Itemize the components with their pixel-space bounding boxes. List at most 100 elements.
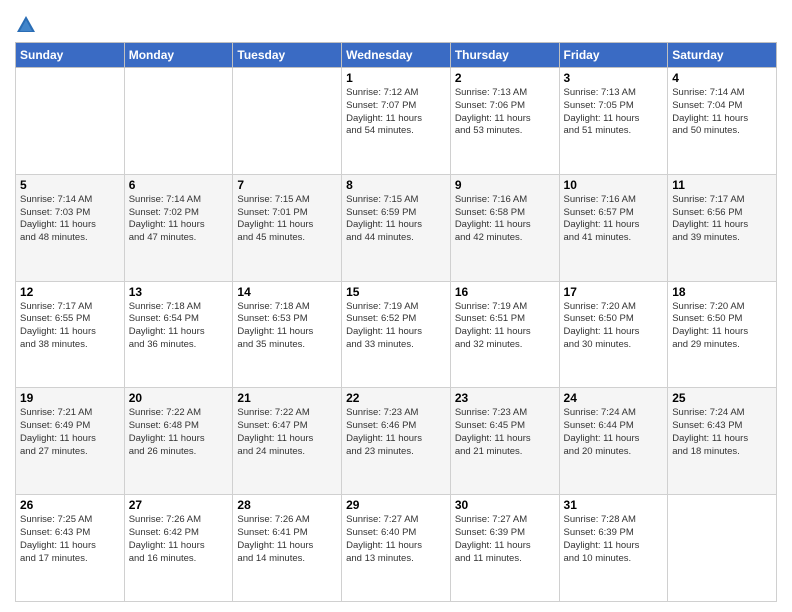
calendar-cell: 30 Sunrise: 7:27 AM Sunset: 6:39 PM Dayli… (450, 495, 559, 602)
calendar-cell: 8Sunrise: 7:15 AM Sunset: 6:59 PM Daylig… (342, 174, 451, 281)
day-number: 27 (129, 498, 229, 512)
day-info: Sunrise: 7:24 AM Sunset: 6:43 PM Dayligh… (672, 407, 772, 458)
calendar-cell: 16Sunrise: 7:19 AM Sunset: 6:51 PM Dayli… (450, 281, 559, 388)
calendar-cell: 21 Sunrise: 7:22 AM Sunset: 6:47 PM Dayli… (233, 388, 342, 495)
day-info: Sunrise: 7:17 AM Sunset: 6:55 PM Dayligh… (20, 301, 120, 352)
calendar-cell: 9 Sunrise: 7:16 AM Sunset: 6:58 PM Daylig… (450, 174, 559, 281)
weekday-header-wednesday: Wednesday (342, 43, 451, 68)
calendar-cell: 3 Sunrise: 7:13 AM Sunset: 7:05 PM Daylig… (559, 68, 668, 175)
day-number: 7 (237, 178, 337, 192)
day-number: 13 (129, 285, 229, 299)
calendar-cell: 19Sunrise: 7:21 AM Sunset: 6:49 PM Dayli… (16, 388, 125, 495)
day-info: Sunrise: 7:27 AM Sunset: 6:39 PM Dayligh… (455, 514, 555, 565)
day-number: 6 (129, 178, 229, 192)
calendar-cell: 29 Sunrise: 7:27 AM Sunset: 6:40 PM Dayli… (342, 495, 451, 602)
day-info: Sunrise: 7:28 AM Sunset: 6:39 PM Dayligh… (564, 514, 664, 565)
day-info: Sunrise: 7:17 AM Sunset: 6:56 PM Dayligh… (672, 194, 772, 245)
day-info: Sunrise: 7:27 AM Sunset: 6:40 PM Dayligh… (346, 514, 446, 565)
day-number: 11 (672, 178, 772, 192)
day-number: 23 (455, 391, 555, 405)
day-info: Sunrise: 7:19 AM Sunset: 6:52 PM Dayligh… (346, 301, 446, 352)
weekday-header-row: SundayMondayTuesdayWednesdayThursdayFrid… (16, 43, 777, 68)
day-number: 22 (346, 391, 446, 405)
day-number: 2 (455, 71, 555, 85)
calendar-cell (233, 68, 342, 175)
day-number: 4 (672, 71, 772, 85)
day-info: Sunrise: 7:22 AM Sunset: 6:48 PM Dayligh… (129, 407, 229, 458)
day-number: 10 (564, 178, 664, 192)
day-info: Sunrise: 7:14 AM Sunset: 7:04 PM Dayligh… (672, 87, 772, 138)
day-number: 17 (564, 285, 664, 299)
day-info: Sunrise: 7:12 AM Sunset: 7:07 PM Dayligh… (346, 87, 446, 138)
calendar-week-4: 26 Sunrise: 7:25 AM Sunset: 6:43 PM Dayli… (16, 495, 777, 602)
weekday-header-thursday: Thursday (450, 43, 559, 68)
day-info: Sunrise: 7:13 AM Sunset: 7:06 PM Dayligh… (455, 87, 555, 138)
day-number: 26 (20, 498, 120, 512)
day-info: Sunrise: 7:18 AM Sunset: 6:53 PM Dayligh… (237, 301, 337, 352)
day-info: Sunrise: 7:19 AM Sunset: 6:51 PM Dayligh… (455, 301, 555, 352)
day-number: 5 (20, 178, 120, 192)
weekday-header-friday: Friday (559, 43, 668, 68)
weekday-header-sunday: Sunday (16, 43, 125, 68)
calendar-cell: 18 Sunrise: 7:20 AM Sunset: 6:50 PM Dayli… (668, 281, 777, 388)
day-info: Sunrise: 7:20 AM Sunset: 6:50 PM Dayligh… (564, 301, 664, 352)
calendar-cell: 11 Sunrise: 7:17 AM Sunset: 6:56 PM Dayli… (668, 174, 777, 281)
weekday-header-tuesday: Tuesday (233, 43, 342, 68)
day-info: Sunrise: 7:23 AM Sunset: 6:46 PM Dayligh… (346, 407, 446, 458)
weekday-header-monday: Monday (124, 43, 233, 68)
calendar-cell: 5 Sunrise: 7:14 AM Sunset: 7:03 PM Daylig… (16, 174, 125, 281)
day-number: 19 (20, 391, 120, 405)
day-number: 9 (455, 178, 555, 192)
day-info: Sunrise: 7:14 AM Sunset: 7:03 PM Dayligh… (20, 194, 120, 245)
calendar-week-2: 12 Sunrise: 7:17 AM Sunset: 6:55 PM Dayli… (16, 281, 777, 388)
day-number: 18 (672, 285, 772, 299)
day-info: Sunrise: 7:26 AM Sunset: 6:41 PM Dayligh… (237, 514, 337, 565)
calendar-cell: 20 Sunrise: 7:22 AM Sunset: 6:48 PM Dayli… (124, 388, 233, 495)
calendar-cell: 27 Sunrise: 7:26 AM Sunset: 6:42 PM Dayli… (124, 495, 233, 602)
page: SundayMondayTuesdayWednesdayThursdayFrid… (0, 0, 792, 612)
calendar-cell: 31Sunrise: 7:28 AM Sunset: 6:39 PM Dayli… (559, 495, 668, 602)
day-number: 21 (237, 391, 337, 405)
day-info: Sunrise: 7:24 AM Sunset: 6:44 PM Dayligh… (564, 407, 664, 458)
calendar-cell (124, 68, 233, 175)
calendar-cell: 15 Sunrise: 7:19 AM Sunset: 6:52 PM Dayli… (342, 281, 451, 388)
day-number: 1 (346, 71, 446, 85)
calendar-cell: 26 Sunrise: 7:25 AM Sunset: 6:43 PM Dayli… (16, 495, 125, 602)
calendar-cell: 22 Sunrise: 7:23 AM Sunset: 6:46 PM Dayli… (342, 388, 451, 495)
day-number: 20 (129, 391, 229, 405)
day-info: Sunrise: 7:13 AM Sunset: 7:05 PM Dayligh… (564, 87, 664, 138)
calendar-cell: 13 Sunrise: 7:18 AM Sunset: 6:54 PM Dayli… (124, 281, 233, 388)
calendar-week-0: 1 Sunrise: 7:12 AM Sunset: 7:07 PM Daylig… (16, 68, 777, 175)
day-info: Sunrise: 7:26 AM Sunset: 6:42 PM Dayligh… (129, 514, 229, 565)
header (15, 10, 777, 36)
day-info: Sunrise: 7:20 AM Sunset: 6:50 PM Dayligh… (672, 301, 772, 352)
calendar-cell: 10 Sunrise: 7:16 AM Sunset: 6:57 PM Dayli… (559, 174, 668, 281)
day-number: 29 (346, 498, 446, 512)
logo (15, 14, 39, 36)
calendar-cell: 4 Sunrise: 7:14 AM Sunset: 7:04 PM Daylig… (668, 68, 777, 175)
day-info: Sunrise: 7:15 AM Sunset: 7:01 PM Dayligh… (237, 194, 337, 245)
day-number: 12 (20, 285, 120, 299)
calendar-cell: 23Sunrise: 7:23 AM Sunset: 6:45 PM Dayli… (450, 388, 559, 495)
calendar-week-1: 5 Sunrise: 7:14 AM Sunset: 7:03 PM Daylig… (16, 174, 777, 281)
day-number: 25 (672, 391, 772, 405)
day-number: 28 (237, 498, 337, 512)
calendar-cell: 1 Sunrise: 7:12 AM Sunset: 7:07 PM Daylig… (342, 68, 451, 175)
day-number: 15 (346, 285, 446, 299)
calendar-week-3: 19Sunrise: 7:21 AM Sunset: 6:49 PM Dayli… (16, 388, 777, 495)
day-number: 24 (564, 391, 664, 405)
calendar-cell (16, 68, 125, 175)
day-number: 30 (455, 498, 555, 512)
day-info: Sunrise: 7:16 AM Sunset: 6:57 PM Dayligh… (564, 194, 664, 245)
day-info: Sunrise: 7:16 AM Sunset: 6:58 PM Dayligh… (455, 194, 555, 245)
calendar-cell: 6Sunrise: 7:14 AM Sunset: 7:02 PM Daylig… (124, 174, 233, 281)
calendar-cell (668, 495, 777, 602)
day-info: Sunrise: 7:25 AM Sunset: 6:43 PM Dayligh… (20, 514, 120, 565)
weekday-header-saturday: Saturday (668, 43, 777, 68)
day-info: Sunrise: 7:22 AM Sunset: 6:47 PM Dayligh… (237, 407, 337, 458)
day-info: Sunrise: 7:18 AM Sunset: 6:54 PM Dayligh… (129, 301, 229, 352)
calendar-cell: 14Sunrise: 7:18 AM Sunset: 6:53 PM Dayli… (233, 281, 342, 388)
day-info: Sunrise: 7:15 AM Sunset: 6:59 PM Dayligh… (346, 194, 446, 245)
calendar-cell: 28 Sunrise: 7:26 AM Sunset: 6:41 PM Dayli… (233, 495, 342, 602)
day-number: 3 (564, 71, 664, 85)
